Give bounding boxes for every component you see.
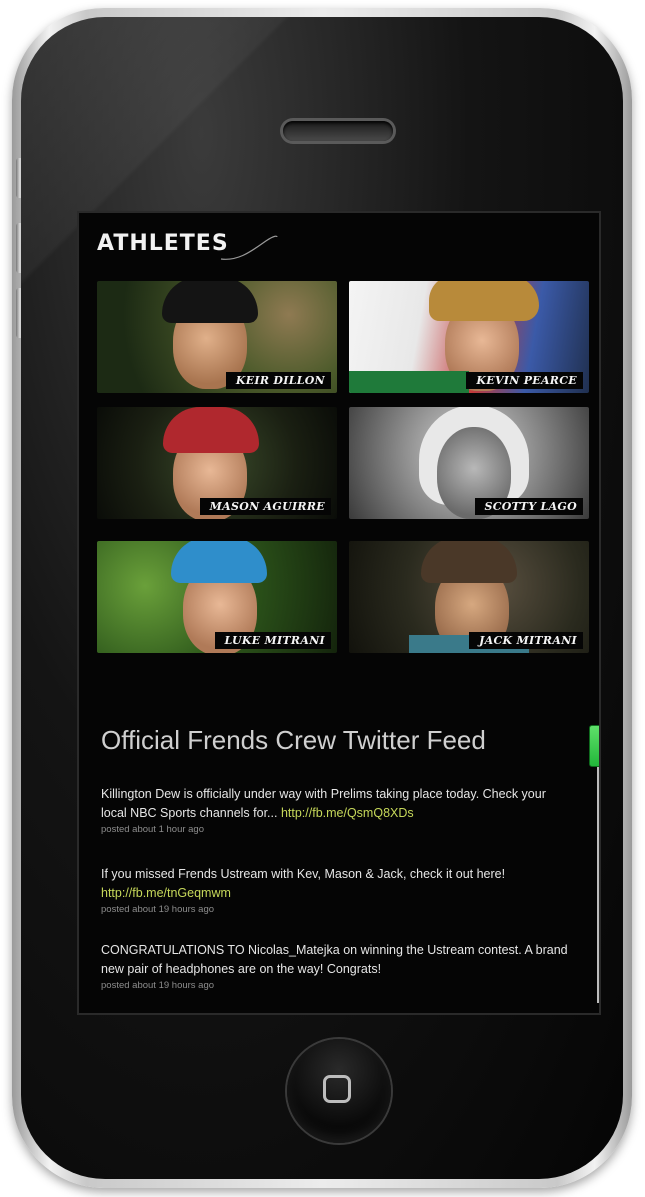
athlete-name: SCOTTY LAGO (474, 498, 583, 515)
athlete-card-keir-dillon[interactable]: KEIR DILLON (97, 281, 337, 393)
athlete-card-luke-mitrani[interactable]: LUKE MITRANI (97, 541, 337, 653)
jacket (349, 371, 469, 393)
athlete-card-mason-aguirre[interactable]: MASON AGUIRRE (97, 407, 337, 519)
tweet-link[interactable]: http://fb.me/QsmQ8XDs (281, 806, 414, 820)
feed-scroll-thumb[interactable] (589, 725, 599, 767)
tweet-text: CONGRATULATIONS TO Nicolas_Matejka on wi… (101, 943, 568, 976)
earpiece-speaker (283, 121, 393, 141)
tweet-timestamp: posted about 19 hours ago (101, 904, 215, 915)
phone-body: ATHLETES KEIR DILLON KEVIN PEARCE MASON … (21, 17, 623, 1179)
tweet-timestamp: posted about 19 hours ago (101, 980, 215, 991)
athletes-heading: ATHLETES (97, 231, 229, 256)
iphone-device: ATHLETES KEIR DILLON KEVIN PEARCE MASON … (12, 8, 632, 1188)
tweet-item: CONGRATULATIONS TO Nicolas_Matejka on wi… (101, 941, 571, 993)
title-swoosh-decoration (220, 235, 278, 260)
athlete-name: MASON AGUIRRE (199, 498, 331, 515)
feed-scroll-track[interactable] (597, 733, 599, 1003)
beanie-hat (163, 407, 259, 453)
twitter-feed-title: Official Frends Crew Twitter Feed (101, 725, 486, 755)
hair (429, 281, 539, 321)
athlete-name: LUKE MITRANI (214, 632, 331, 649)
tweet-text: If you missed Frends Ustream with Kev, M… (101, 867, 506, 881)
app-screen: ATHLETES KEIR DILLON KEVIN PEARCE MASON … (77, 211, 601, 1015)
tweet-link[interactable]: http://fb.me/tnGeqmwm (101, 886, 231, 900)
home-square-icon (323, 1075, 351, 1103)
athlete-name: KEIR DILLON (225, 372, 331, 389)
athlete-card-kevin-pearce[interactable]: KEVIN PEARCE (349, 281, 589, 393)
tweet-item: If you missed Frends Ustream with Kev, M… (101, 865, 571, 917)
beanie-hat (162, 281, 258, 323)
athlete-card-jack-mitrani[interactable]: JACK MITRANI (349, 541, 589, 653)
home-button[interactable] (287, 1039, 391, 1143)
tweet-timestamp: posted about 1 hour ago (101, 824, 205, 835)
beanie-hat (421, 541, 517, 583)
athlete-name: KEVIN PEARCE (466, 372, 583, 389)
athlete-name: JACK MITRANI (469, 632, 583, 649)
tweet-item: Killington Dew is officially under way w… (101, 785, 571, 837)
cap-hat (171, 541, 267, 583)
athlete-card-scotty-lago[interactable]: SCOTTY LAGO (349, 407, 589, 519)
